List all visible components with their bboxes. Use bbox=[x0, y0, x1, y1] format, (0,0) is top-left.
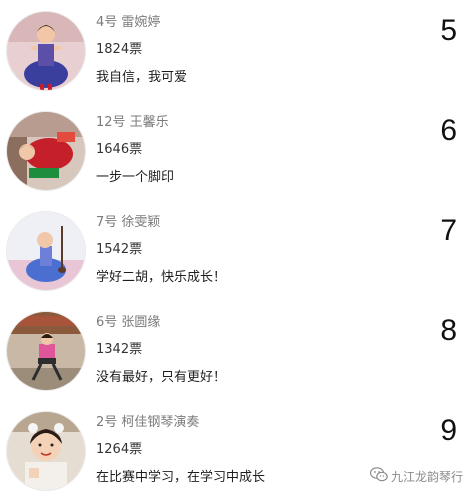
vote-count: 1542票 bbox=[96, 242, 143, 257]
contestant-item[interactable]: 6号 张圆缘 1342票 没有最好，只有更好！ 8 bbox=[0, 300, 469, 400]
rank-number: 6 bbox=[440, 114, 457, 147]
avatar[interactable] bbox=[6, 311, 86, 391]
vote-count: 1824票 bbox=[96, 42, 143, 57]
avatar[interactable] bbox=[6, 11, 86, 91]
vote-count: 1342票 bbox=[96, 342, 143, 357]
watermark-text: 九江龙韵琴行 bbox=[390, 469, 463, 484]
contestant-item[interactable]: 2号 柯佳钢琴演奏 1264票 在比赛中学习，在学习中成长 9 bbox=[0, 400, 469, 500]
contestant-name: 4号 雷婉婷 bbox=[96, 15, 161, 30]
contestant-name: 12号 王馨乐 bbox=[96, 115, 169, 130]
contestant-motto: 没有最好，只有更好！ bbox=[96, 370, 227, 385]
contestant-motto: 一步一个脚印 bbox=[96, 170, 175, 185]
avatar[interactable] bbox=[6, 411, 86, 491]
watermark: 九江龙韵琴行 bbox=[369, 467, 463, 485]
contestant-item[interactable]: 12号 王馨乐 1646票 一步一个脚印 6 bbox=[0, 100, 469, 200]
rank-number: 8 bbox=[440, 314, 457, 347]
contestant-name: 2号 柯佳钢琴演奏 bbox=[96, 415, 200, 430]
contestant-item[interactable]: 7号 徐雯颖 1542票 学好二胡，快乐成长！ 7 bbox=[0, 200, 469, 300]
contestant-name: 6号 张圆缘 bbox=[96, 315, 161, 330]
avatar[interactable] bbox=[6, 111, 86, 191]
rank-number: 7 bbox=[440, 214, 457, 247]
rank-number: 9 bbox=[440, 414, 457, 447]
rank-number: 5 bbox=[440, 14, 457, 47]
wechat-icon bbox=[369, 467, 391, 485]
contestant-motto: 在比赛中学习，在学习中成长 bbox=[96, 470, 266, 485]
contestant-name: 7号 徐雯颖 bbox=[96, 215, 161, 230]
contestant-motto: 我自信，我可爱 bbox=[96, 70, 188, 85]
vote-count: 1264票 bbox=[96, 442, 143, 457]
contestant-motto: 学好二胡，快乐成长！ bbox=[96, 270, 227, 285]
contestant-item[interactable]: 4号 雷婉婷 1824票 我自信，我可爱 5 bbox=[0, 0, 469, 100]
avatar[interactable] bbox=[6, 211, 86, 291]
vote-count: 1646票 bbox=[96, 142, 143, 157]
